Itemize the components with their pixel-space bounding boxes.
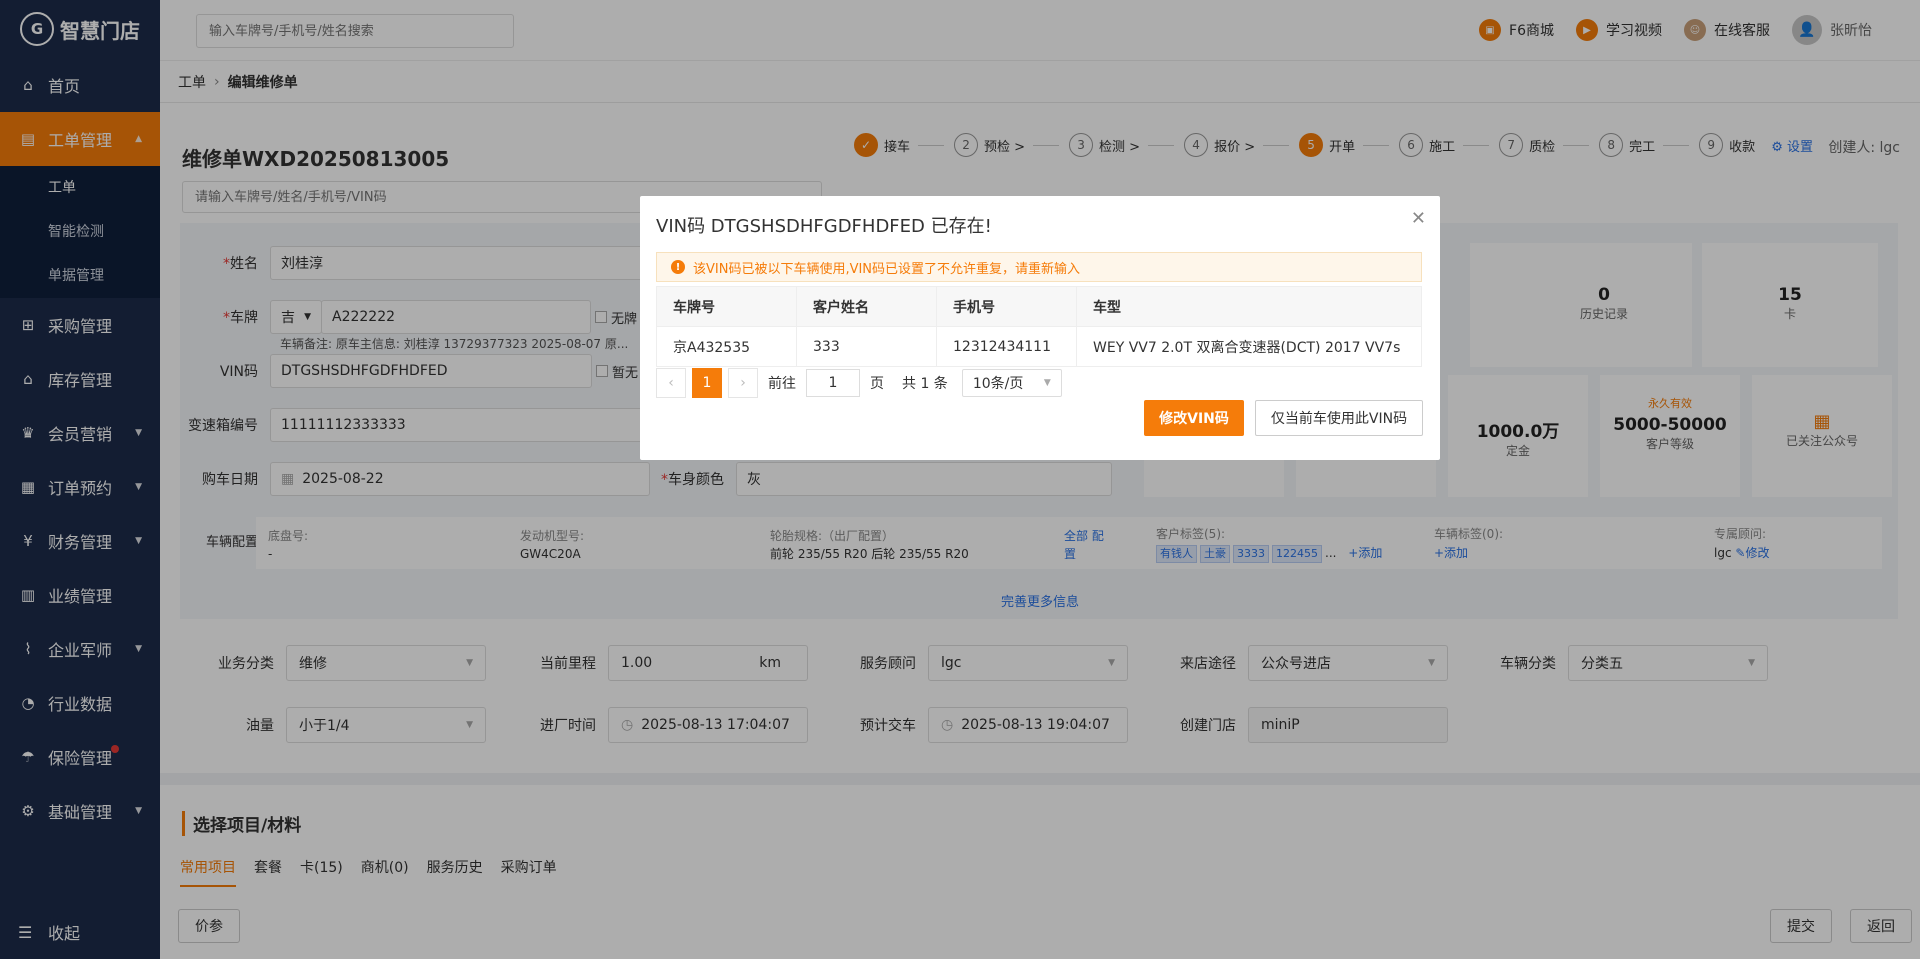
chevron-down-icon: ▼ — [1043, 378, 1051, 388]
column-header: 手机号 — [936, 286, 1077, 327]
close-icon[interactable]: ✕ — [1411, 208, 1426, 229]
table-row[interactable]: 京A432535 333 12312434111 WEY VV7 2.0T 双离… — [656, 326, 1422, 367]
page-size-select[interactable]: 10条/页 ▼ — [961, 369, 1062, 397]
goto-label: 前往 — [768, 376, 796, 392]
page-unit: 页 — [870, 376, 884, 392]
table-cell: 12312434111 — [936, 326, 1077, 367]
warning-text: 该VIN码已被以下车辆使用,VIN码已设置了不允许重复，请重新输入 — [693, 261, 1081, 277]
modal-overlay[interactable] — [0, 0, 1920, 959]
warning-icon: ! — [671, 260, 685, 274]
prev-page-button[interactable]: ‹ — [656, 368, 686, 398]
table-cell: 333 — [796, 326, 937, 367]
column-header: 客户姓名 — [796, 286, 937, 327]
vehicle-table: 车牌号 客户姓名 手机号 车型 京A432535 333 12312434111… — [656, 286, 1422, 367]
modify-vin-button[interactable]: 修改VIN码 — [1144, 400, 1244, 436]
page-number[interactable]: 1 — [692, 368, 722, 398]
table-header-row: 车牌号 客户姓名 手机号 车型 — [656, 286, 1422, 327]
use-vin-for-current-button[interactable]: 仅当前车使用此VIN码 — [1255, 400, 1423, 436]
next-page-button[interactable]: › — [728, 368, 758, 398]
total-count: 共 1 条 — [902, 376, 948, 392]
table-cell: 京A432535 — [656, 326, 797, 367]
warning-banner: ! 该VIN码已被以下车辆使用,VIN码已设置了不允许重复，请重新输入 — [656, 252, 1422, 282]
pagination: ‹ 1 › 前往 1 页 共 1 条 10条/页 ▼ — [656, 368, 1062, 398]
vin-exists-dialog: VIN码 DTGSHSDHFGDFHDFED 已存在! ✕ ! 该VIN码已被以… — [640, 196, 1440, 460]
dialog-title: VIN码 DTGSHSDHFGDFHDFED 已存在! — [656, 216, 992, 237]
page-jump-input[interactable]: 1 — [806, 369, 860, 397]
column-header: 车型 — [1076, 286, 1422, 327]
table-cell: WEY VV7 2.0T 双离合变速器(DCT) 2017 VV7s — [1076, 326, 1422, 367]
column-header: 车牌号 — [656, 286, 797, 327]
